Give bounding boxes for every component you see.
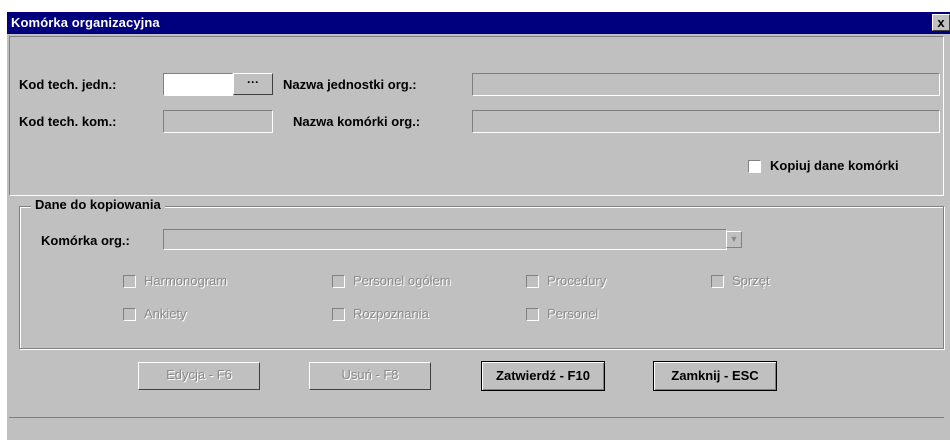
dialog-window: Komórka organizacyjna x Kod tech. jedn.:… xyxy=(7,12,950,440)
harmonogram-checkbox[interactable] xyxy=(123,275,136,288)
personel-ogolem-label: Personel ogółem xyxy=(353,273,451,288)
confirm-button[interactable]: Zatwierdź - F10 xyxy=(481,361,605,391)
title-bar[interactable]: Komórka organizacyjna x xyxy=(7,12,950,34)
kopiuj-checkbox[interactable] xyxy=(748,160,761,173)
nazwa-jednostki-field[interactable] xyxy=(472,73,940,96)
sprzet-checkbox[interactable] xyxy=(711,275,724,288)
copy-data-group-title: Dane do kopiowania xyxy=(31,197,165,212)
ankiety-checkbox[interactable] xyxy=(123,308,136,321)
chevron-down-icon[interactable]: ▼ xyxy=(726,231,742,248)
procedury-label: Procedury xyxy=(547,273,607,288)
rozpoznania-checkbox[interactable] xyxy=(332,308,345,321)
kod-tech-jedn-label: Kod tech. jedn.: xyxy=(19,77,117,92)
nazwa-jednostki-label: Nazwa jednostki org.: xyxy=(283,77,417,92)
kod-tech-kom-field[interactable] xyxy=(163,110,273,133)
close-button[interactable]: Zamknij - ESC xyxy=(653,361,777,391)
kod-tech-jedn-input[interactable] xyxy=(163,73,233,96)
personel-label: Personel xyxy=(547,306,599,321)
delete-button[interactable]: Usuń - F8 xyxy=(309,362,431,390)
ankiety-label: Ankiety xyxy=(144,306,187,321)
personel-ogolem-checkbox[interactable] xyxy=(332,275,345,288)
edit-button[interactable]: Edycja - F6 xyxy=(138,362,260,390)
browse-button[interactable]: ··· xyxy=(233,73,273,95)
harmonogram-label: Harmonogram xyxy=(144,273,228,288)
kopiuj-label: Kopiuj dane komórki xyxy=(770,158,899,173)
sprzet-label: Sprzęt xyxy=(732,273,770,288)
nazwa-komorki-label: Nazwa komórki org.: xyxy=(293,114,421,129)
nazwa-komorki-field[interactable] xyxy=(472,110,940,133)
personel-checkbox[interactable] xyxy=(526,308,539,321)
close-icon[interactable]: x xyxy=(932,14,950,31)
kod-tech-kom-label: Kod tech. kom.: xyxy=(19,114,117,129)
komorka-org-label: Komórka org.: xyxy=(41,233,130,248)
procedury-checkbox[interactable] xyxy=(526,275,539,288)
rozpoznania-label: Rozpoznania xyxy=(353,306,429,321)
window-title: Komórka organizacyjna xyxy=(11,15,160,30)
komorka-org-select[interactable] xyxy=(163,229,727,250)
status-bar xyxy=(9,417,944,440)
